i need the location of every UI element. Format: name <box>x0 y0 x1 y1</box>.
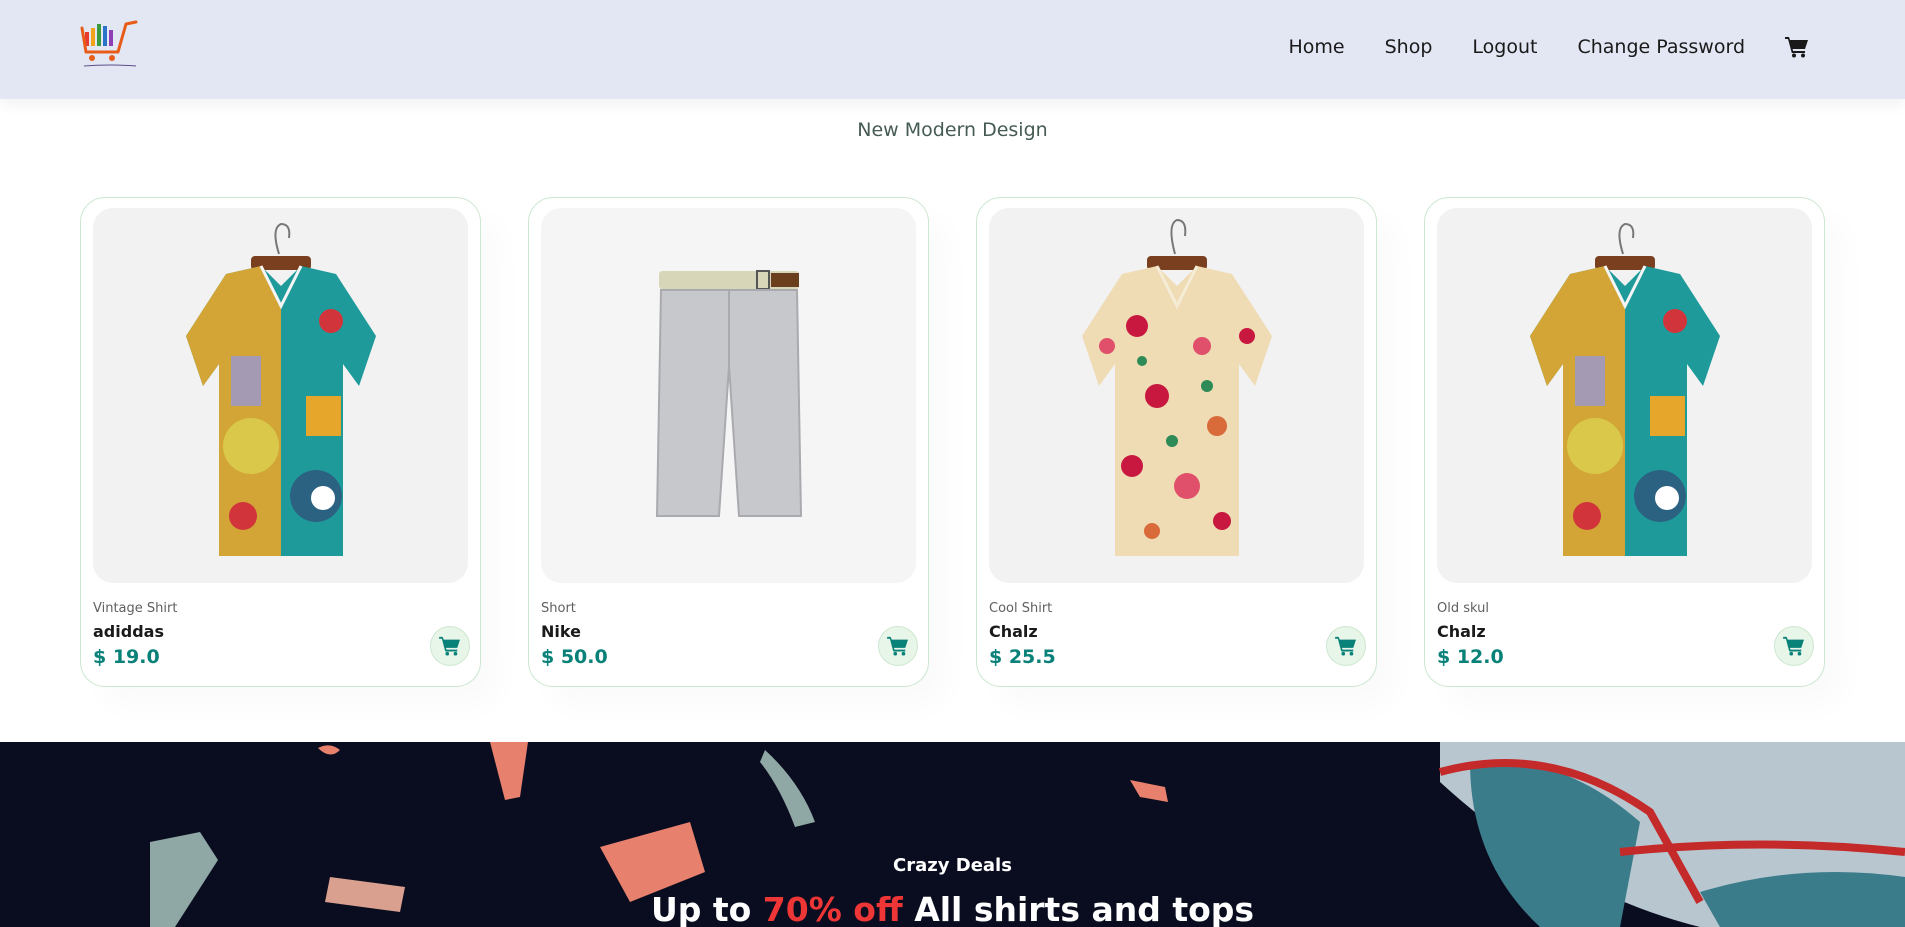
product-grid: Vintage Shirt adiddas $ 19.0 Short Nike … <box>80 197 1825 687</box>
nav-home[interactable]: Home <box>1289 34 1345 60</box>
product-image-floral-shirt[interactable] <box>989 208 1364 583</box>
nav-change-password[interactable]: Change Password <box>1577 34 1745 60</box>
add-to-cart-button[interactable] <box>1326 626 1366 666</box>
main-nav: Home Shop Logout Change Password <box>1289 34 1810 60</box>
product-description: Short Nike $ 50.0 <box>541 583 916 670</box>
product-name: Nike <box>541 622 581 641</box>
product-name: Chalz <box>989 622 1038 641</box>
product-name: Chalz <box>1437 622 1486 641</box>
add-to-cart-button[interactable] <box>430 626 470 666</box>
shorts-image <box>655 269 802 517</box>
product-image-abstract-shirt[interactable] <box>93 208 468 583</box>
cart-icon <box>1783 636 1804 656</box>
deals-banner: Crazy Deals Up to 70% off All shirts and… <box>0 742 1905 927</box>
product-brand: Short <box>541 601 576 616</box>
product-card[interactable]: Cool Shirt Chalz $ 25.5 <box>976 197 1377 687</box>
product-price: $ 25.5 <box>989 646 1056 668</box>
product-card[interactable]: Vintage Shirt adiddas $ 19.0 <box>80 197 481 687</box>
product-price: $ 50.0 <box>541 646 608 668</box>
cart-icon <box>887 636 908 656</box>
product-card[interactable]: Old skul Chalz $ 12.0 <box>1424 197 1825 687</box>
product-brand: Cool Shirt <box>989 601 1053 616</box>
banner-headline: Up to 70% off All shirts and tops <box>0 890 1905 927</box>
banner-discount: 70% off <box>762 890 903 927</box>
product-image-abstract-shirt[interactable] <box>1437 208 1812 583</box>
product-price: $ 12.0 <box>1437 646 1504 668</box>
shirt-image <box>1529 222 1720 556</box>
product-brand: Old skul <box>1437 601 1489 616</box>
logo[interactable] <box>80 18 140 74</box>
banner-subtitle: Crazy Deals <box>893 855 1012 876</box>
nav-cart[interactable] <box>1785 36 1809 58</box>
product-description: Vintage Shirt adiddas $ 19.0 <box>93 583 468 670</box>
site-header: Home Shop Logout Change Password <box>0 0 1905 99</box>
product-image-grey-shorts[interactable] <box>541 208 916 583</box>
shirt-image <box>185 222 376 556</box>
product-price: $ 19.0 <box>93 646 160 668</box>
product-name: adiddas <box>93 622 164 641</box>
cart-icon <box>1785 37 1808 58</box>
product-card[interactable]: Short Nike $ 50.0 <box>528 197 929 687</box>
product-description: Old skul Chalz $ 12.0 <box>1437 583 1812 670</box>
cart-icon <box>439 636 460 656</box>
nav-logout[interactable]: Logout <box>1472 34 1537 60</box>
product-brand: Vintage Shirt <box>93 601 178 616</box>
banner-headline-suffix: All shirts and tops <box>914 890 1255 927</box>
add-to-cart-button[interactable] <box>1774 626 1814 666</box>
cart-icon <box>1335 636 1356 656</box>
nav-shop[interactable]: Shop <box>1385 34 1433 60</box>
shirt-image <box>1081 218 1272 556</box>
add-to-cart-button[interactable] <box>878 626 918 666</box>
banner-headline-prefix: Up to <box>650 890 752 927</box>
cart-logo-icon <box>80 20 138 67</box>
section-subtitle: New Modern Design <box>857 119 1048 141</box>
product-description: Cool Shirt Chalz $ 25.5 <box>989 583 1364 670</box>
